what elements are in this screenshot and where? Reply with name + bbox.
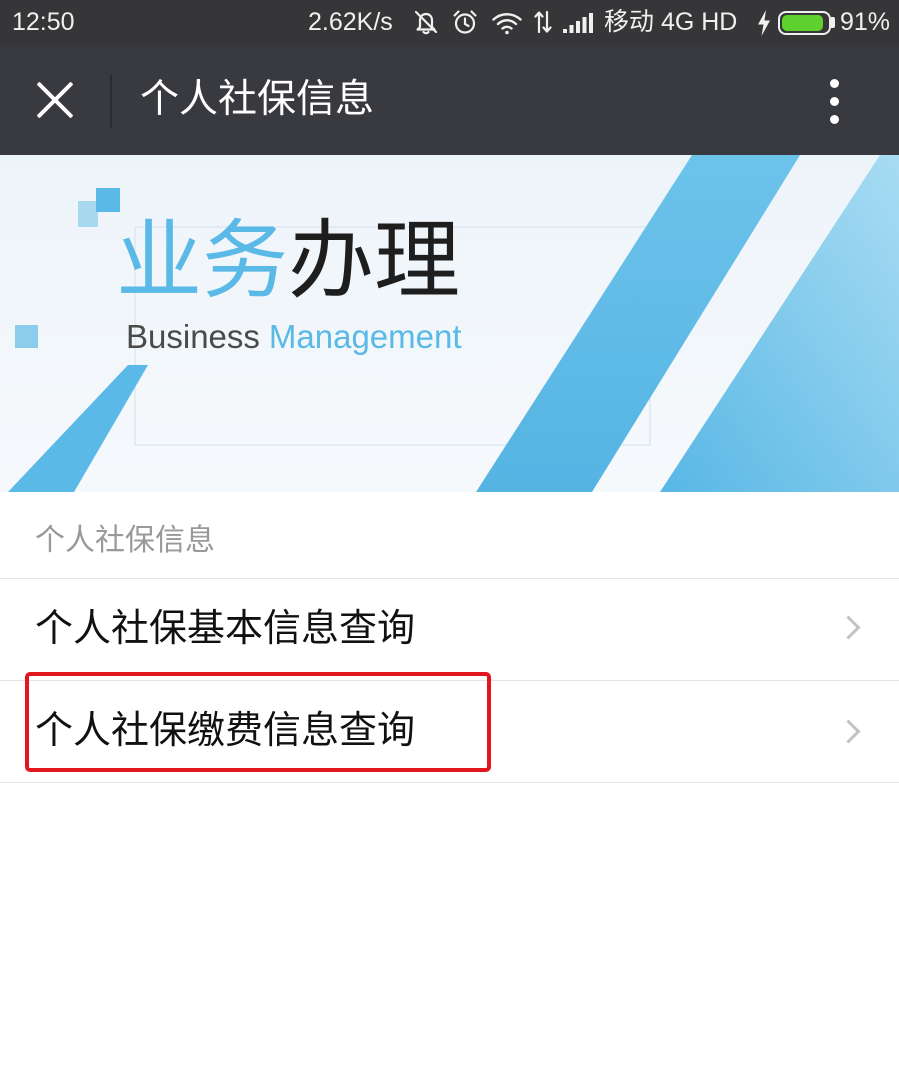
alarm-ear-left	[453, 10, 460, 17]
wifi-arc-inner	[501, 25, 513, 30]
battery-fill	[782, 15, 823, 31]
close-icon	[37, 82, 73, 118]
chevron-right-icon	[836, 719, 861, 744]
charging-icon	[758, 10, 770, 36]
more-dot	[830, 115, 839, 124]
alarm-ear-right	[470, 10, 477, 17]
status-bar: 12:50 2.62K/s 移动 4G HD 91%	[0, 0, 899, 45]
banner-title: 业务办理	[116, 215, 460, 307]
nav-bar: 个人社保信息	[0, 45, 899, 155]
banner-subtitle-main: Business	[126, 318, 260, 355]
signal-bar	[589, 13, 593, 33]
network-speed: 2.62K/s	[308, 8, 393, 36]
battery-tip	[831, 17, 835, 28]
close-button[interactable]	[25, 70, 85, 130]
banner-square-light	[78, 201, 98, 227]
mute-icon	[414, 10, 438, 35]
wifi-icon	[492, 13, 522, 35]
mute-bell-clapper	[422, 30, 430, 35]
alarm-hands	[463, 17, 470, 28]
nav-divider	[110, 75, 112, 128]
banner-square-small	[15, 325, 38, 348]
chevron-right-icon	[836, 615, 861, 640]
banner-title-main: 办理	[288, 211, 460, 311]
banner-square-large	[96, 188, 120, 212]
menu-item-payment-info-query[interactable]: 个人社保缴费信息查询	[0, 681, 899, 782]
more-dot	[830, 79, 839, 88]
upload-arrow	[534, 11, 544, 34]
more-dot	[830, 97, 839, 106]
data-arrows-icon	[534, 10, 552, 34]
carrier-label: 移动 4G HD	[604, 8, 738, 36]
status-time: 12:50	[12, 8, 75, 36]
page-title: 个人社保信息	[140, 77, 375, 122]
more-button[interactable]	[810, 70, 860, 130]
section-header-label: 个人社保信息	[35, 523, 215, 558]
section-header: 个人社保信息	[0, 492, 899, 578]
signal-bar	[576, 21, 580, 33]
alarm-icon	[453, 10, 477, 34]
more-vertical-icon	[830, 78, 840, 124]
banner: 业务办理 Business Management	[0, 155, 899, 492]
banner-subtitle: Business Management	[126, 317, 462, 357]
signal-bar	[582, 17, 587, 33]
wifi-dot	[505, 30, 509, 35]
wifi-arc-middle	[496, 19, 518, 26]
wifi-arc-outer	[492, 13, 522, 21]
download-arrow	[542, 10, 552, 33]
charging-bolt	[758, 10, 770, 36]
banner-title-accent: 业务	[116, 211, 288, 311]
banner-subtitle-accent: Management	[268, 318, 462, 355]
battery-icon	[778, 11, 831, 35]
divider	[0, 782, 899, 783]
signal-icon	[563, 13, 593, 33]
battery-percent: 91%	[840, 8, 891, 36]
banner-stripe-left	[8, 365, 148, 492]
menu-item-label: 个人社保缴费信息查询	[35, 708, 416, 752]
menu-item-label: 个人社保基本信息查询	[35, 606, 416, 650]
signal-bar	[569, 25, 574, 33]
signal-bar	[563, 29, 567, 33]
menu-item-basic-info-query[interactable]: 个人社保基本信息查询	[0, 579, 899, 680]
